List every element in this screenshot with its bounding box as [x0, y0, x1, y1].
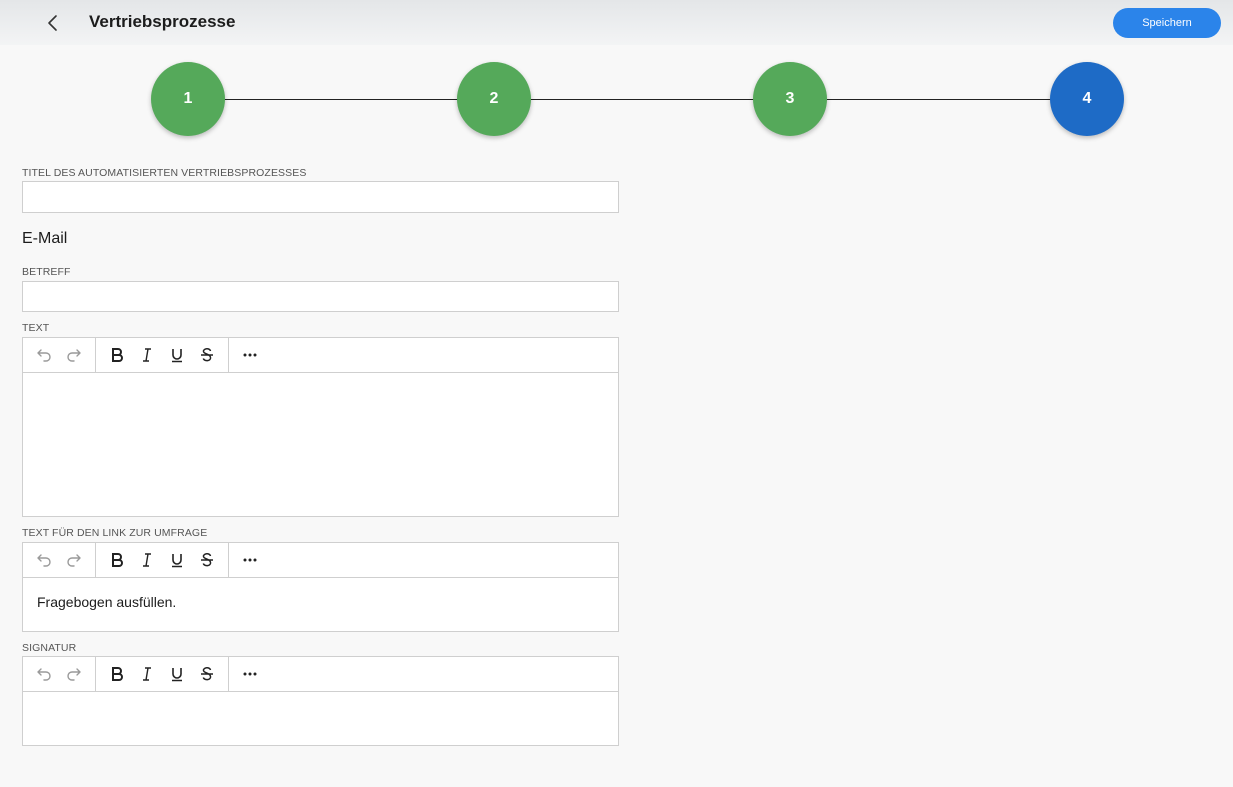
redo-icon — [67, 668, 81, 681]
step-3[interactable]: 3 — [753, 62, 827, 136]
step-4[interactable]: 4 — [1050, 62, 1124, 136]
strikethrough-icon — [201, 667, 213, 681]
step-connector — [224, 99, 458, 100]
format-group — [96, 657, 229, 691]
bold-icon — [112, 348, 123, 362]
more-icon — [243, 558, 257, 562]
signature-editor-content[interactable] — [23, 692, 618, 724]
bold-button[interactable] — [102, 340, 132, 370]
bold-icon — [112, 667, 123, 681]
redo-icon — [67, 349, 81, 362]
link-field-label: TEXT FÜR DEN LINK ZUR UMFRAGE — [22, 527, 208, 539]
step-1[interactable]: 1 — [151, 62, 225, 136]
underline-button[interactable] — [162, 659, 192, 689]
link-text-editor-content[interactable]: Fragebogen ausfüllen. — [23, 578, 618, 626]
undo-button[interactable] — [29, 545, 59, 575]
more-icon — [243, 353, 257, 357]
format-group — [96, 543, 229, 577]
editor-toolbar — [23, 338, 618, 373]
undo-button[interactable] — [29, 340, 59, 370]
bold-button[interactable] — [102, 545, 132, 575]
underline-icon — [172, 349, 182, 363]
underline-button[interactable] — [162, 340, 192, 370]
underline-button[interactable] — [162, 545, 192, 575]
italic-button[interactable] — [132, 659, 162, 689]
strikethrough-button[interactable] — [192, 545, 222, 575]
undo-icon — [37, 554, 51, 567]
italic-button[interactable] — [132, 340, 162, 370]
italic-button[interactable] — [132, 545, 162, 575]
title-field-label: TITEL DES AUTOMATISIERTEN VERTRIEBSPROZE… — [22, 167, 307, 179]
more-group — [229, 657, 271, 691]
strikethrough-button[interactable] — [192, 659, 222, 689]
text-field-label: TEXT — [22, 322, 50, 334]
strikethrough-button[interactable] — [192, 340, 222, 370]
more-icon — [243, 672, 257, 676]
back-button[interactable] — [40, 10, 66, 36]
more-button[interactable] — [235, 545, 265, 575]
history-group — [23, 543, 96, 577]
undo-icon — [37, 349, 51, 362]
link-text-editor: Fragebogen ausfüllen. — [22, 542, 619, 632]
signature-editor — [22, 656, 619, 746]
signature-field-label: SIGNATUR — [22, 642, 77, 654]
editor-toolbar — [23, 657, 618, 692]
undo-button[interactable] — [29, 659, 59, 689]
step-2[interactable]: 2 — [457, 62, 531, 136]
title-input[interactable] — [22, 181, 619, 213]
format-group — [96, 338, 229, 372]
strikethrough-icon — [201, 348, 213, 362]
email-section-heading: E-Mail — [22, 230, 68, 247]
top-bar: Vertriebsprozesse Speichern — [0, 0, 1233, 45]
redo-button[interactable] — [59, 340, 89, 370]
subject-input[interactable] — [22, 281, 619, 312]
redo-button[interactable] — [59, 545, 89, 575]
redo-button[interactable] — [59, 659, 89, 689]
save-button[interactable]: Speichern — [1113, 8, 1221, 38]
editor-toolbar — [23, 543, 618, 578]
italic-icon — [143, 553, 151, 567]
underline-icon — [172, 668, 182, 682]
step-connector — [827, 99, 1051, 100]
page-title: Vertriebsprozesse — [89, 12, 236, 31]
text-editor-content[interactable] — [23, 373, 618, 516]
bold-button[interactable] — [102, 659, 132, 689]
redo-icon — [67, 554, 81, 567]
step-connector — [530, 99, 754, 100]
history-group — [23, 338, 96, 372]
italic-icon — [143, 348, 151, 362]
more-button[interactable] — [235, 659, 265, 689]
subject-field-label: BETREFF — [22, 266, 71, 278]
more-group — [229, 338, 271, 372]
progress-stepper: 1 2 3 4 — [0, 62, 1233, 138]
bold-icon — [112, 553, 123, 567]
text-editor — [22, 337, 619, 517]
more-button[interactable] — [235, 340, 265, 370]
underline-icon — [172, 554, 182, 568]
chevron-left-icon — [48, 15, 57, 31]
undo-icon — [37, 668, 51, 681]
history-group — [23, 657, 96, 691]
more-group — [229, 543, 271, 577]
strikethrough-icon — [201, 553, 213, 567]
italic-icon — [143, 667, 151, 681]
